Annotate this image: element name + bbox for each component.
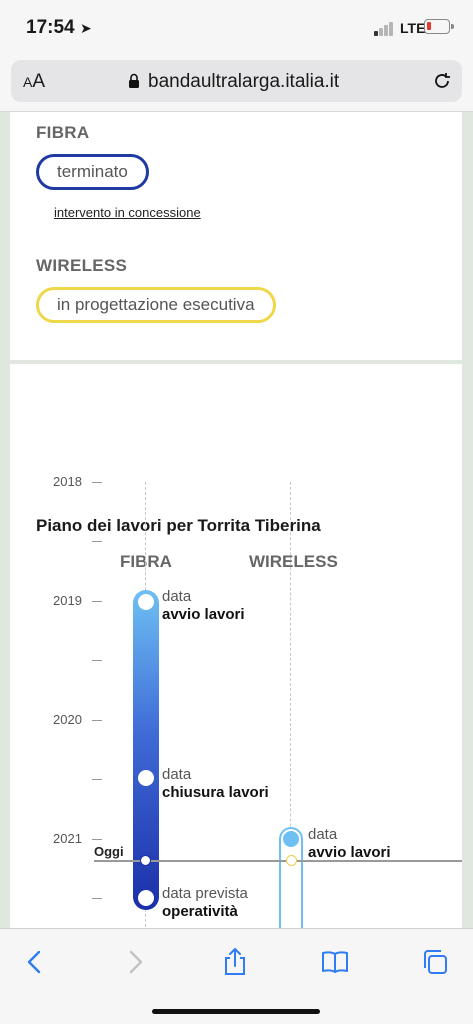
status-card: FIBRA terminato intervento in concession… (10, 112, 462, 360)
wireless-start-dot (283, 831, 299, 847)
address-bar[interactable]: AA bandaultralarga.italia.it (11, 60, 462, 102)
today-label: Oggi (94, 844, 124, 859)
tabs-icon[interactable] (420, 947, 450, 977)
year-label-2019: 2019 (53, 593, 82, 608)
axis-tick (92, 720, 102, 721)
browser-chrome: AA bandaultralarga.italia.it (0, 56, 473, 112)
bookmarks-icon[interactable] (320, 947, 350, 977)
year-label-2021: 2021 (53, 831, 82, 846)
battery-icon (424, 19, 454, 34)
clock: 17:54 (26, 17, 75, 38)
wireless-section-title: WIRELESS (36, 256, 128, 275)
wireless-today-dot (286, 855, 297, 866)
fibra-end-dot (138, 770, 154, 786)
back-icon[interactable] (20, 947, 50, 977)
browser-toolbar (0, 928, 473, 1024)
share-icon[interactable] (220, 947, 250, 977)
location-arrow-icon: ➤ (80, 20, 92, 36)
fibra-status-badge: terminato (36, 154, 149, 190)
fibra-event-start: data avvio lavori (162, 588, 245, 623)
timeline-title: Piano dei lavori per Torrita Tiberina (36, 516, 321, 535)
lock-icon (129, 73, 139, 88)
axis-tick (92, 779, 102, 780)
axis-tick (92, 482, 102, 483)
status-bar: 17:54 ➤ LTE (0, 0, 473, 56)
fibra-event-end: data chiusura lavori (162, 766, 269, 801)
fibra-event-operative: data prevista operatività (162, 885, 248, 920)
wireless-status-badge: in progettazione esecutiva (36, 287, 276, 323)
timeline-card: Piano dei lavori per Torrita Tiberina FI… (10, 364, 462, 928)
text-size-button[interactable]: AA (23, 71, 45, 93)
fibra-operative-dot (138, 890, 154, 906)
axis-tick (92, 660, 102, 661)
wireless-event-start: data avvio lavori (308, 826, 391, 861)
fibra-today-dot (140, 855, 151, 866)
page-content: FIBRA terminato intervento in concession… (0, 112, 473, 928)
axis-tick (92, 898, 102, 899)
axis-tick (92, 541, 102, 542)
year-label-2020: 2020 (53, 712, 82, 727)
fibra-section-title: FIBRA (36, 123, 90, 142)
url-text[interactable]: bandaultralarga.italia.it (148, 71, 339, 93)
network-label: LTE (400, 20, 426, 36)
axis-tick (92, 839, 102, 840)
axis-tick (92, 601, 102, 602)
home-indicator (152, 1009, 320, 1014)
signal-icon (374, 22, 396, 36)
year-label-2018: 2018 (53, 474, 82, 489)
concession-link[interactable]: intervento in concessione (54, 205, 201, 220)
reload-icon[interactable] (431, 70, 453, 92)
wireless-column-header: WIRELESS (249, 552, 338, 571)
forward-icon[interactable] (120, 947, 150, 977)
fibra-start-dot (138, 594, 154, 610)
